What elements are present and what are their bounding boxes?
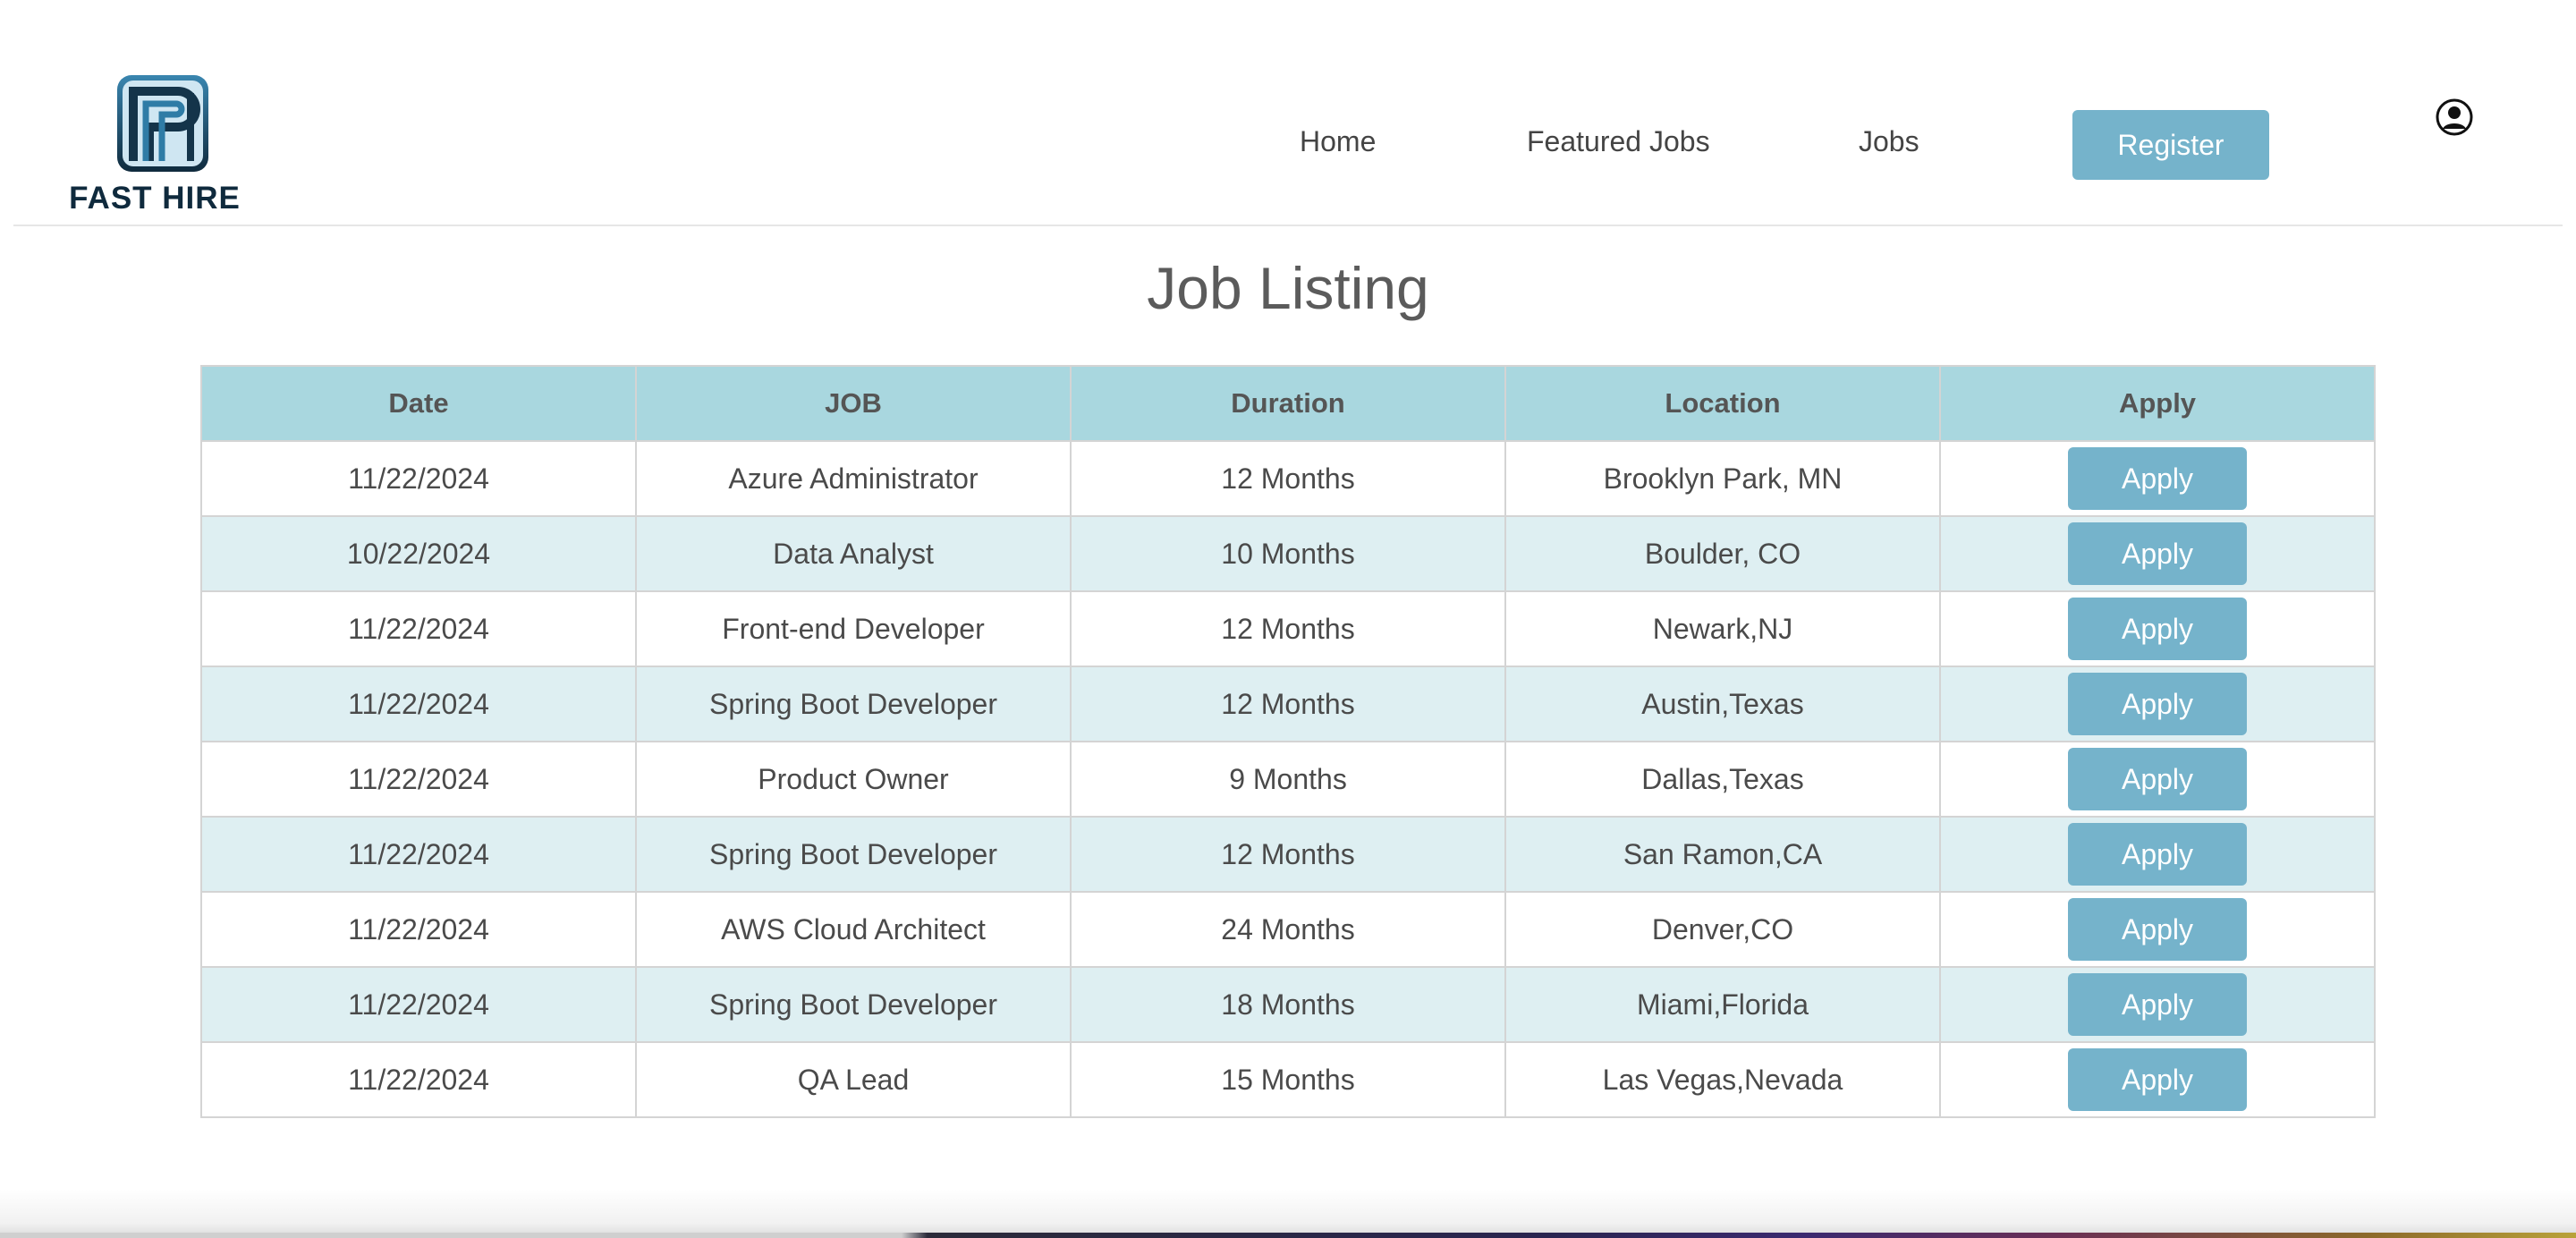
desktop-edge-strip [0,1233,2576,1238]
cell-job: Product Owner [635,741,1072,818]
cell-job: AWS Cloud Architect [635,891,1072,968]
cell-apply: Apply [1939,741,2376,818]
cell-apply: Apply [1939,590,2376,667]
table-row: 11/22/2024 Product Owner 9 Months Dallas… [200,741,2376,818]
apply-button[interactable]: Apply [2068,973,2247,1036]
cell-job: Spring Boot Developer [635,816,1072,893]
cell-location: Dallas,Texas [1504,741,1941,818]
apply-button[interactable]: Apply [2068,823,2247,886]
cell-duration: 12 Months [1070,590,1506,667]
column-header-apply: Apply [1939,365,2376,442]
cell-duration: 12 Months [1070,440,1506,517]
table-row: 11/22/2024 AWS Cloud Architect 24 Months… [200,891,2376,968]
cell-duration: 9 Months [1070,741,1506,818]
column-header-duration: Duration [1070,365,1506,442]
table-row: 11/22/2024 Azure Administrator 12 Months… [200,440,2376,517]
cell-apply: Apply [1939,440,2376,517]
cell-date: 11/22/2024 [200,1041,637,1118]
cell-job: QA Lead [635,1041,1072,1118]
main-nav: Home Featured Jobs Jobs Register [13,0,2563,225]
apply-button[interactable]: Apply [2068,673,2247,735]
apply-button[interactable]: Apply [2068,598,2247,660]
cell-date: 11/22/2024 [200,741,637,818]
cell-duration: 12 Months [1070,666,1506,742]
cell-date: 11/22/2024 [200,590,637,667]
cell-date: 11/22/2024 [200,440,637,517]
cell-job: Spring Boot Developer [635,666,1072,742]
apply-button[interactable]: Apply [2068,522,2247,585]
cell-duration: 12 Months [1070,816,1506,893]
cell-date: 11/22/2024 [200,666,637,742]
cell-location: Miami,Florida [1504,966,1941,1043]
column-header-date: Date [200,365,637,442]
site-header: FAST HIRE Home Featured Jobs Jobs Regist… [13,0,2563,226]
nav-jobs-link[interactable]: Jobs [1859,125,1919,158]
cell-date: 11/22/2024 [200,891,637,968]
cell-job: Data Analyst [635,515,1072,592]
cell-duration: 18 Months [1070,966,1506,1043]
cell-apply: Apply [1939,966,2376,1043]
table-row: 11/22/2024 Spring Boot Developer 12 Mont… [200,816,2376,893]
cell-apply: Apply [1939,666,2376,742]
cell-date: 10/22/2024 [200,515,637,592]
cell-duration: 10 Months [1070,515,1506,592]
cell-apply: Apply [1939,891,2376,968]
apply-button[interactable]: Apply [2068,898,2247,961]
cell-apply: Apply [1939,816,2376,893]
table-row: 11/22/2024 QA Lead 15 Months Las Vegas,N… [200,1041,2376,1118]
cell-duration: 15 Months [1070,1041,1506,1118]
register-button[interactable]: Register [2072,110,2269,180]
apply-button[interactable]: Apply [2068,1048,2247,1111]
table-row: 11/22/2024 Front-end Developer 12 Months… [200,590,2376,667]
cell-duration: 24 Months [1070,891,1506,968]
table-row: 11/22/2024 Spring Boot Developer 18 Mont… [200,966,2376,1043]
column-header-job: JOB [635,365,1072,442]
job-listing-table: Date JOB Duration Location Apply 11/22/2… [200,365,2376,1118]
table-header-row: Date JOB Duration Location Apply [200,365,2376,442]
nav-home-link[interactable]: Home [1300,125,1376,158]
cell-location: San Ramon,CA [1504,816,1941,893]
cell-location: Denver,CO [1504,891,1941,968]
column-header-location: Location [1504,365,1941,442]
cell-apply: Apply [1939,1041,2376,1118]
cell-date: 11/22/2024 [200,816,637,893]
cell-job: Spring Boot Developer [635,966,1072,1043]
page-title: Job Listing [1147,255,1429,321]
cell-date: 11/22/2024 [200,966,637,1043]
table-row: 10/22/2024 Data Analyst 10 Months Boulde… [200,515,2376,592]
user-circle-icon[interactable] [2435,98,2474,137]
window-bottom-shadow [0,1190,2576,1238]
cell-job: Azure Administrator [635,440,1072,517]
cell-apply: Apply [1939,515,2376,592]
apply-button[interactable]: Apply [2068,447,2247,510]
table-row: 11/22/2024 Spring Boot Developer 12 Mont… [200,666,2376,742]
nav-featured-jobs-link[interactable]: Featured Jobs [1527,125,1710,158]
cell-job: Front-end Developer [635,590,1072,667]
cell-location: Brooklyn Park, MN [1504,440,1941,517]
cell-location: Boulder, CO [1504,515,1941,592]
page: FAST HIRE Home Featured Jobs Jobs Regist… [0,0,2576,1238]
apply-button[interactable]: Apply [2068,748,2247,810]
cell-location: Austin,Texas [1504,666,1941,742]
cell-location: Las Vegas,Nevada [1504,1041,1941,1118]
cell-location: Newark,NJ [1504,590,1941,667]
